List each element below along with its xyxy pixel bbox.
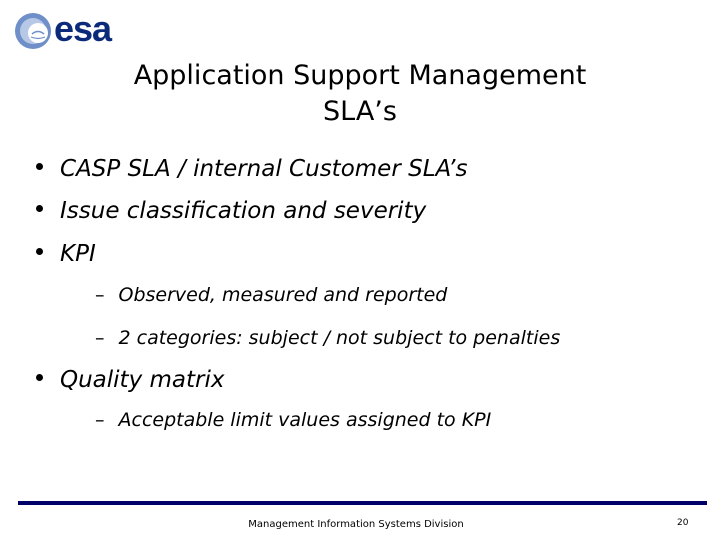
footer-divider bbox=[18, 501, 707, 505]
bullet-dot-icon bbox=[36, 374, 43, 381]
footer-text: Management Information Systems Division bbox=[248, 519, 464, 530]
bullet-dot-icon bbox=[36, 163, 43, 170]
footer: Management Information Systems Division bbox=[0, 519, 720, 530]
sub-bullet-text: 2 categories: subject / not subject to p… bbox=[118, 327, 561, 349]
slide-title-line2: SLA’s bbox=[323, 96, 397, 127]
bullet-text: Quality matrix bbox=[60, 367, 225, 393]
bullet-dot-icon bbox=[36, 248, 43, 255]
esa-logo: esa bbox=[14, 8, 124, 52]
sub-bullet-item: – Observed, measured and reported bbox=[95, 284, 447, 306]
bullet-item: KPI bbox=[36, 241, 96, 267]
dash-icon: – bbox=[95, 409, 105, 431]
sub-bullet-text: Observed, measured and reported bbox=[118, 284, 448, 306]
slide-title: Application Support Management SLA’s bbox=[0, 58, 720, 130]
bullet-dot-icon bbox=[36, 205, 43, 212]
bullet-text: Issue classification and severity bbox=[60, 198, 427, 224]
slide-title-line1: Application Support Management bbox=[133, 60, 587, 91]
bullet-text: KPI bbox=[60, 241, 96, 267]
sub-bullet-item: – Acceptable limit values assigned to KPI bbox=[95, 409, 491, 431]
dash-icon: – bbox=[95, 327, 105, 349]
sub-bullet-text: Acceptable limit values assigned to KPI bbox=[118, 409, 492, 431]
sub-bullet-item: –2 categories: subject / not subject to … bbox=[95, 327, 560, 349]
bullet-item: Issue classification and severity bbox=[36, 198, 426, 224]
bullet-text: CASP SLA / internal Customer SLA’s bbox=[60, 156, 468, 182]
bullet-item: CASP SLA / internal Customer SLA’s bbox=[36, 156, 467, 182]
esa-logo-text: esa bbox=[54, 8, 112, 49]
page-number: 20 bbox=[677, 518, 689, 528]
bullet-item: Quality matrix bbox=[36, 367, 224, 393]
esa-emblem-icon bbox=[15, 13, 51, 49]
dash-icon: – bbox=[95, 284, 105, 306]
